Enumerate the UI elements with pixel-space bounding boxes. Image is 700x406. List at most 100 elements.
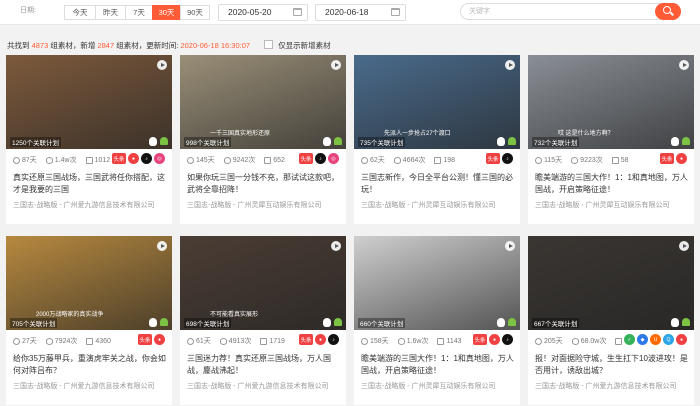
play-icon[interactable] xyxy=(331,241,341,251)
thumbnail-scene xyxy=(354,236,520,330)
card-title[interactable]: 报！对面据险守城，生生扛下10波进攻！是否用计，诱敌出城？ xyxy=(535,353,689,377)
likes-stat: 1719 xyxy=(260,337,285,345)
eye-icon xyxy=(393,156,401,164)
material-card[interactable]: 2000万战略家的真实战争 705个关联计划 27天 7924次 4360 头条… xyxy=(6,236,172,405)
platform-green-icon: ✓ xyxy=(624,334,635,345)
eye-icon xyxy=(219,337,227,345)
video-thumbnail[interactable]: 不可能看真实展形 698个关联计划 xyxy=(180,236,346,330)
android-icon xyxy=(160,137,168,145)
video-thumbnail[interactable]: 哎 这是什么地方啊？ 732个关联计划 xyxy=(528,55,694,149)
start-date-value: 2020-05-20 xyxy=(228,7,272,17)
plan-count: 732个关联计划 xyxy=(532,137,580,147)
advertiser-name[interactable]: 三国志-战略版 - 广州爱九游信息技术有限公司 xyxy=(13,381,169,391)
stats-row: 145天 9242次 652 xyxy=(187,155,294,165)
views-stat: 68.0w次 xyxy=(571,336,606,346)
android-icon xyxy=(334,137,342,145)
end-date-input[interactable]: 2020-06-18 xyxy=(315,4,406,21)
range-today-button[interactable]: 今天 xyxy=(64,5,96,20)
likes-value: 1143 xyxy=(446,337,462,345)
only-new-checkbox[interactable] xyxy=(264,40,274,49)
range-yesterday-button[interactable]: 昨天 xyxy=(95,5,126,20)
platform-dot-icon: ● xyxy=(676,153,687,164)
views-stat: 9242次 xyxy=(223,155,256,165)
platform-tiktok-icon: ♪ xyxy=(315,153,326,164)
play-icon[interactable] xyxy=(331,60,341,70)
search-button[interactable] xyxy=(655,3,681,20)
views-stat: 1.4w次 xyxy=(45,155,77,165)
new-count: 2847 xyxy=(97,41,115,50)
advertiser-name[interactable]: 三国志-战略版 - 广州灵犀互动娱乐有限公司 xyxy=(361,200,517,210)
play-icon[interactable] xyxy=(505,241,515,251)
card-title[interactable]: 三国迷力荐！真实还原三国战场，万人国战，鏖战沸起！ xyxy=(187,353,341,377)
material-card[interactable]: 不可能看真实展形 698个关联计划 61天 4913次 1719 头条 ● ♪ 三国… xyxy=(180,236,346,405)
likes-stat: 198 xyxy=(434,156,455,164)
thumbs-up-icon xyxy=(434,156,442,164)
material-card[interactable]: 1250个关联计划 87天 1.4w次 1012 头条 ● ♪ ◎ 真实还原三国战场，… xyxy=(6,55,172,224)
start-date-input[interactable]: 2020-05-20 xyxy=(218,4,308,21)
search-box xyxy=(460,3,681,20)
eye-icon xyxy=(45,156,53,164)
range-7d-button[interactable]: 7天 xyxy=(125,5,153,20)
views-stat: 9223次 xyxy=(571,155,603,165)
material-card[interactable]: 一千三国真实地形还原 998个关联计划 145天 9242次 652 头条 ♪ ◎ … xyxy=(180,55,346,224)
play-icon[interactable] xyxy=(679,241,689,251)
thumbs-up-icon xyxy=(437,337,445,345)
found-prefix: 共找到 xyxy=(7,41,30,50)
video-thumbnail[interactable]: 667个关联计划 xyxy=(528,236,694,330)
advertiser-name[interactable]: 三国志-战略版 - 广州爱九游信息技术有限公司 xyxy=(535,381,691,391)
android-icon xyxy=(682,318,690,326)
range-90d-button[interactable]: 90天 xyxy=(180,5,210,20)
thumbnail-scene xyxy=(528,236,694,330)
material-card[interactable]: 先派人一步抢占27个渡口 735个关联计划 62天 4664次 198 头条 ♪ … xyxy=(354,55,520,224)
days-stat: 61天 xyxy=(187,336,211,346)
play-icon[interactable] xyxy=(157,241,167,251)
advertiser-name[interactable]: 三国志-战略版 - 广州爱九游信息技术有限公司 xyxy=(13,200,169,210)
card-title[interactable]: 给你35万藤甲兵，重演虎牢关之战，你会如何对阵吕布？ xyxy=(13,353,167,377)
likes-value: 1719 xyxy=(269,337,285,345)
calendar-icon xyxy=(293,8,302,16)
material-card[interactable]: 660个关联计划 158天 1.6w次 1143 头条 ● ♪ 瞻美端游的三国大作！… xyxy=(354,236,520,405)
stats-row: 115天 9223次 58 xyxy=(535,155,638,165)
platform-tiktok-icon: ♪ xyxy=(141,153,152,164)
advertiser-name[interactable]: 三国志-战略版 - 广州灵犀互动娱乐有限公司 xyxy=(361,381,517,391)
thumbnail-caption: 哎 这是什么地方啊？ xyxy=(558,131,614,137)
video-thumbnail[interactable]: 1250个关联计划 xyxy=(6,55,172,149)
advertiser-name[interactable]: 三国志-战略版 - 广州灵犀互动娱乐有限公司 xyxy=(187,200,343,210)
video-thumbnail[interactable]: 660个关联计划 xyxy=(354,236,520,330)
found-count: 4873 xyxy=(31,41,49,50)
platform-icons: 头条 ● ♪ xyxy=(299,334,339,345)
likes-stat: 58 xyxy=(611,156,629,164)
stats-row: 87天 1.4w次 1012 xyxy=(13,155,119,165)
search-icon-handle xyxy=(670,11,674,16)
clock-icon xyxy=(535,156,542,164)
card-title[interactable]: 瞻美端游的三国大作！1：1和真地图，万人国战，开启策略征途！ xyxy=(361,353,515,377)
play-icon[interactable] xyxy=(679,60,689,70)
thumbnail-caption: 2000万战略家的真实战争 xyxy=(36,312,104,318)
update-time: 2020-06-18 16:30:07 xyxy=(180,41,251,50)
video-thumbnail[interactable]: 先派人一步抢占27个渡口 735个关联计划 xyxy=(354,55,520,149)
video-thumbnail[interactable]: 一千三国真实地形还原 998个关联计划 xyxy=(180,55,346,149)
material-card[interactable]: 哎 这是什么地方啊？ 732个关联计划 115天 9223次 58 头条 ● 瞻美… xyxy=(528,55,694,224)
views-value: 4664次 xyxy=(402,157,426,164)
days-value: 61天 xyxy=(196,338,211,345)
video-thumbnail[interactable]: 2000万战略家的真实战争 705个关联计划 xyxy=(6,236,172,330)
card-title[interactable]: 三国志新作，今日全平台公测！懂三国的必玩！ xyxy=(361,172,515,196)
material-card[interactable]: 667个关联计划 205天 68.0w次 0 ✓◆UQ● 报！对面据险守城，生生… xyxy=(528,236,694,405)
card-title[interactable]: 如果你玩三国一分钱不充，那试试这款吧，武将全靠招降！ xyxy=(187,172,341,196)
advertiser-name[interactable]: 三国志-战略版 - 广州灵犀互动娱乐有限公司 xyxy=(535,200,691,210)
play-icon[interactable] xyxy=(157,60,167,70)
android-icon xyxy=(334,318,342,326)
range-30d-button[interactable]: 30天 xyxy=(152,5,181,20)
days-stat: 27天 xyxy=(13,336,37,346)
views-value: 9242次 xyxy=(232,157,256,164)
platform-tiktok-icon: ♪ xyxy=(328,334,339,345)
days-stat: 145天 xyxy=(187,155,215,165)
platform-toutiao-icon: 头条 xyxy=(473,334,487,345)
play-icon[interactable] xyxy=(505,60,515,70)
advertiser-name[interactable]: 三国志-战略版 - 广州爱九游信息技术有限公司 xyxy=(187,381,343,391)
card-title[interactable]: 瞻美端游的三国大作！1：1和真地图，万人国战，开启策略征途！ xyxy=(535,172,689,196)
card-title[interactable]: 真实还原三国战场，三国武将任你搭配，这才是我要的三国 xyxy=(13,172,167,196)
search-input[interactable] xyxy=(461,4,651,19)
plan-count: 735个关联计划 xyxy=(358,137,406,147)
platform-toutiao-icon: 头条 xyxy=(486,153,500,164)
